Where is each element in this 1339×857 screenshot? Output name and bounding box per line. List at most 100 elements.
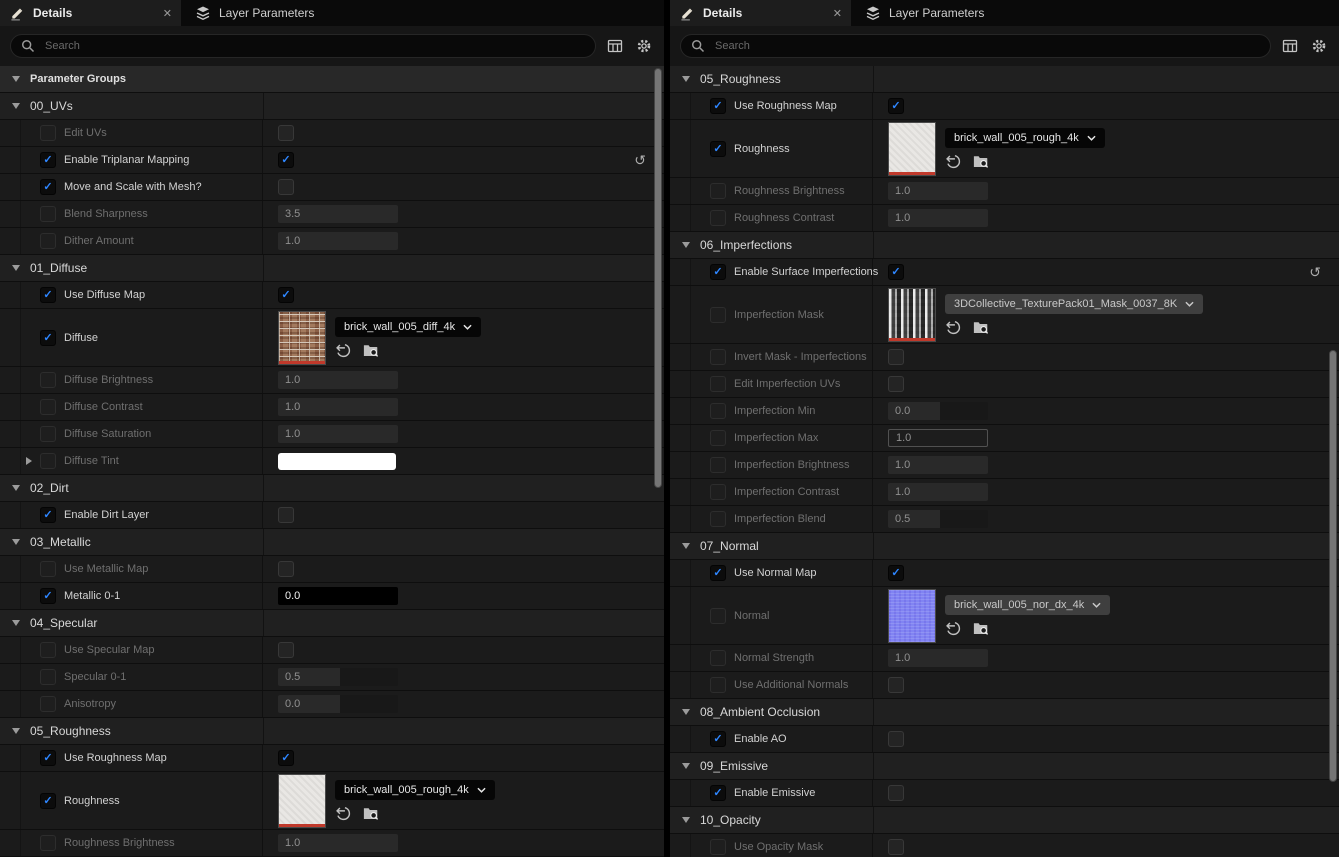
numeric-input[interactable]: 0.0 xyxy=(888,402,988,420)
reset-to-default-icon[interactable]: ↺ xyxy=(634,153,646,167)
param-enable-checkbox[interactable] xyxy=(710,608,726,624)
param-enable-checkbox[interactable] xyxy=(710,183,726,199)
close-icon[interactable]: ✕ xyxy=(163,7,172,20)
param-enable-checkbox[interactable]: ✓ xyxy=(710,264,726,280)
texture-thumbnail[interactable] xyxy=(888,288,936,342)
value-checkbox[interactable]: ✓ xyxy=(278,750,294,766)
param-enable-checkbox[interactable] xyxy=(710,484,726,500)
group-header[interactable]: 10_Opacity xyxy=(670,807,1339,834)
tab-details[interactable]: Details✕ xyxy=(670,0,851,26)
value-checkbox[interactable] xyxy=(888,839,904,855)
texture-thumbnail[interactable] xyxy=(888,122,936,176)
group-header[interactable]: 04_Specular xyxy=(0,610,664,637)
numeric-input[interactable]: 3.5 xyxy=(278,205,398,223)
param-enable-checkbox[interactable] xyxy=(710,839,726,855)
use-selected-asset-icon[interactable] xyxy=(335,805,352,822)
value-checkbox[interactable] xyxy=(888,785,904,801)
tab-layer-parameters[interactable]: Layer Parameters xyxy=(851,0,998,26)
parameter-groups-header[interactable]: Parameter Groups xyxy=(0,66,664,93)
numeric-input[interactable]: 1.0 xyxy=(278,232,398,250)
value-checkbox[interactable] xyxy=(278,125,294,141)
param-enable-checkbox[interactable] xyxy=(40,372,56,388)
group-header[interactable]: 09_Emissive xyxy=(670,753,1339,780)
param-enable-checkbox[interactable] xyxy=(710,511,726,527)
param-enable-checkbox[interactable] xyxy=(40,125,56,141)
use-selected-asset-icon[interactable] xyxy=(945,153,962,170)
asset-dropdown[interactable]: brick_wall_005_rough_4k xyxy=(945,128,1105,148)
value-checkbox[interactable]: ✓ xyxy=(888,264,904,280)
texture-thumbnail[interactable] xyxy=(888,589,936,643)
numeric-input[interactable]: 1.0 xyxy=(278,371,398,389)
numeric-input[interactable]: 1.0 xyxy=(888,483,988,501)
param-enable-checkbox[interactable] xyxy=(710,210,726,226)
value-checkbox[interactable] xyxy=(888,731,904,747)
group-header[interactable]: 08_Ambient Occlusion xyxy=(670,699,1339,726)
param-enable-checkbox[interactable]: ✓ xyxy=(40,179,56,195)
texture-thumbnail[interactable] xyxy=(278,774,326,828)
asset-dropdown[interactable]: 3DCollective_TexturePack01_Mask_0037_8K xyxy=(945,294,1203,314)
param-enable-checkbox[interactable]: ✓ xyxy=(40,750,56,766)
reset-to-default-icon[interactable]: ↺ xyxy=(1309,265,1321,279)
value-checkbox[interactable] xyxy=(888,349,904,365)
value-checkbox[interactable]: ✓ xyxy=(888,98,904,114)
param-enable-checkbox[interactable] xyxy=(40,669,56,685)
numeric-input[interactable]: 1.0 xyxy=(278,834,398,852)
group-header[interactable]: 05_Roughness xyxy=(0,718,664,745)
numeric-input[interactable]: 1.0 xyxy=(888,456,988,474)
param-enable-checkbox[interactable] xyxy=(710,457,726,473)
use-selected-asset-icon[interactable] xyxy=(945,319,962,336)
numeric-input[interactable]: 0.5 xyxy=(278,668,398,686)
param-enable-checkbox[interactable]: ✓ xyxy=(40,793,56,809)
param-enable-checkbox[interactable]: ✓ xyxy=(40,152,56,168)
group-header[interactable]: 00_UVs xyxy=(0,93,664,120)
group-header[interactable]: 01_Diffuse xyxy=(0,255,664,282)
param-enable-checkbox[interactable] xyxy=(40,561,56,577)
group-header[interactable]: 02_Dirt xyxy=(0,475,664,502)
tab-layer-parameters[interactable]: Layer Parameters xyxy=(181,0,328,26)
param-enable-checkbox[interactable] xyxy=(710,430,726,446)
param-enable-checkbox[interactable] xyxy=(40,642,56,658)
property-matrix-icon[interactable] xyxy=(605,36,625,56)
numeric-input[interactable]: 0.0 xyxy=(278,587,398,605)
value-checkbox[interactable] xyxy=(278,179,294,195)
value-checkbox[interactable]: ✓ xyxy=(888,565,904,581)
numeric-input[interactable]: 0.0 xyxy=(278,695,398,713)
param-enable-checkbox[interactable] xyxy=(40,453,56,469)
group-header[interactable]: 07_Normal xyxy=(670,533,1339,560)
numeric-input[interactable]: 1.0 xyxy=(278,398,398,416)
numeric-input[interactable]: 1.0 xyxy=(888,182,988,200)
group-header[interactable]: 06_Imperfections xyxy=(670,232,1339,259)
numeric-input[interactable]: 1.0 xyxy=(888,649,988,667)
value-checkbox[interactable] xyxy=(888,677,904,693)
scrollbar-thumb[interactable] xyxy=(654,68,662,488)
browse-to-asset-icon[interactable] xyxy=(972,620,989,637)
value-checkbox[interactable]: ✓ xyxy=(278,287,294,303)
numeric-input[interactable]: 1.0 xyxy=(278,425,398,443)
search-input[interactable] xyxy=(713,39,1260,53)
property-matrix-icon[interactable] xyxy=(1280,36,1300,56)
search-input[interactable] xyxy=(43,39,585,53)
numeric-input[interactable]: 1.0 xyxy=(888,209,988,227)
param-enable-checkbox[interactable]: ✓ xyxy=(710,565,726,581)
use-selected-asset-icon[interactable] xyxy=(945,620,962,637)
value-checkbox[interactable] xyxy=(278,507,294,523)
value-checkbox[interactable]: ✓ xyxy=(278,152,294,168)
texture-thumbnail[interactable] xyxy=(278,311,326,365)
param-enable-checkbox[interactable]: ✓ xyxy=(40,287,56,303)
value-checkbox[interactable] xyxy=(888,376,904,392)
browse-to-asset-icon[interactable] xyxy=(972,319,989,336)
param-enable-checkbox[interactable] xyxy=(40,426,56,442)
param-enable-checkbox[interactable] xyxy=(710,650,726,666)
close-icon[interactable]: ✕ xyxy=(833,7,842,20)
browse-to-asset-icon[interactable] xyxy=(362,805,379,822)
param-enable-checkbox[interactable] xyxy=(710,307,726,323)
scrollbar-thumb[interactable] xyxy=(1329,350,1337,782)
group-header[interactable]: 03_Metallic xyxy=(0,529,664,556)
tab-details[interactable]: Details✕ xyxy=(0,0,181,26)
asset-dropdown[interactable]: brick_wall_005_rough_4k xyxy=(335,780,495,800)
param-enable-checkbox[interactable] xyxy=(40,399,56,415)
param-enable-checkbox[interactable]: ✓ xyxy=(710,98,726,114)
param-enable-checkbox[interactable] xyxy=(710,376,726,392)
value-checkbox[interactable] xyxy=(278,642,294,658)
param-enable-checkbox[interactable]: ✓ xyxy=(710,731,726,747)
